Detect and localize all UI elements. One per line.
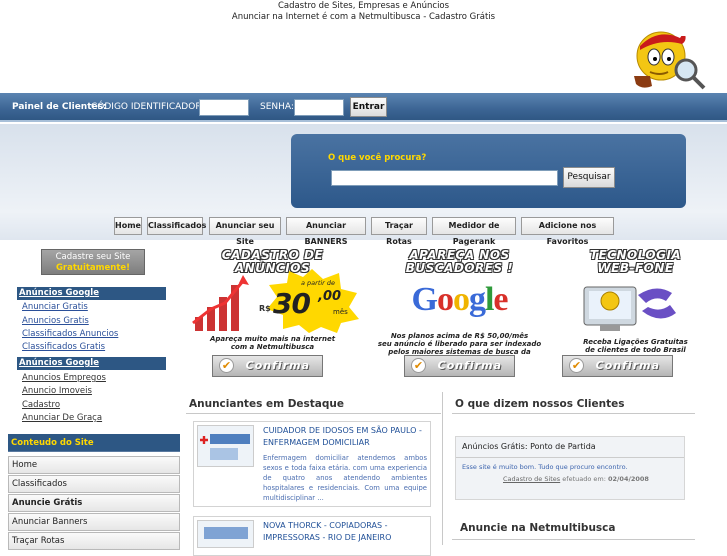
confirma-label: Confirma <box>595 359 660 372</box>
confirma-button[interactable]: ✔ Confirma <box>212 355 323 377</box>
divider <box>452 539 695 540</box>
search-question: O que você procura? <box>328 153 427 163</box>
search-panel: O que você procura? Pesquisar <box>291 134 686 208</box>
google-link[interactable]: Classificados Anuncios <box>22 329 118 339</box>
password-label: SENHA: <box>260 102 294 112</box>
content-item-tracar-rotas[interactable]: Traçar Rotas <box>8 532 180 550</box>
content-item-anunciar-banners[interactable]: Anunciar Banners <box>8 513 180 531</box>
confirma-button[interactable]: ✔ Confirma <box>404 355 515 377</box>
testimonial-quote: Esse site é muito bom. Tudo que procuro … <box>462 463 628 471</box>
promo-desc-line2: com a Netmultibusca <box>230 343 315 351</box>
ad-card[interactable]: CUIDADOR DE IDOSOS EM SÃO PAULO - ENFERM… <box>193 421 431 507</box>
source-link[interactable]: Cadastro de Sites <box>503 475 560 483</box>
ad-title[interactable]: CUIDADOR DE IDOSOS EM SÃO PAULO - ENFERM… <box>263 425 429 449</box>
cross-icon <box>200 436 208 444</box>
site-title: Cadastro de Sites, Empresas e Anúncios <box>277 1 450 11</box>
nav-classificados[interactable]: Classificados <box>147 217 206 235</box>
google-link[interactable]: Anuncios Empregos <box>22 373 106 383</box>
content-item-anuncie-gratis[interactable]: Anuncie Grátis <box>8 494 180 512</box>
nav-tracar-rotas[interactable]: Traçar Rotas <box>371 217 427 246</box>
ad-title[interactable]: NOVA THORCK - COPIADORAS - IMPRESSORAS -… <box>263 520 429 544</box>
site-subtitle: Anunciar na Internet é com a Netmultibus… <box>231 12 496 22</box>
check-icon: ✔ <box>219 358 234 373</box>
testimonial-source: Cadastro de Sites efetuado em: 02/04/200… <box>503 475 649 483</box>
promo-desc-line1: Nos planos acima de R$ 50,00/mês <box>390 332 529 340</box>
thumb-banner <box>210 434 250 444</box>
google-link[interactable]: Classificados Gratis <box>22 342 105 352</box>
google-link[interactable]: Anunciar De Graça <box>22 413 102 423</box>
ad-thumbnail[interactable] <box>197 425 254 467</box>
main-nav: Home Classificados Anunciar seu Site Anu… <box>0 212 727 246</box>
sidebar: Cadastre seu Site Gratuitamente! Anúncio… <box>0 240 180 550</box>
promo-desc-line2: de clientes de todo Brasil <box>585 346 686 354</box>
promo-title-line2: WEB-FONE <box>597 261 674 275</box>
cadastre-line2: Gratuitamente! <box>55 263 131 273</box>
ad-text: Enfermagem domiciliar atendemos ambos se… <box>263 454 427 502</box>
google-ads-header-1[interactable]: Anúncios Google <box>17 287 166 300</box>
divider <box>442 392 443 545</box>
promo-title-line2: BUSCADORES ! <box>405 261 514 275</box>
google-logo: Google <box>411 281 509 318</box>
code-input[interactable] <box>199 99 249 116</box>
confirma-label: Confirma <box>437 359 502 372</box>
promo-webfone: TECNOLOGIA WEB-FONE Receba Ligações Gratu… <box>548 249 723 382</box>
password-input[interactable] <box>294 99 344 116</box>
promo-cadastro: CADASTRO DE ANÚNCIOS a partir de R$ 30 ,0… <box>185 249 360 382</box>
login-bar: Painel de Clientes: CÓDIGO IDENTIFICADOR… <box>0 93 727 122</box>
promo-desc-line2: seu anúncio é liberado para ser indexado <box>377 340 542 348</box>
nav-anunciar-site[interactable]: Anunciar seu Site <box>209 217 281 246</box>
nav-anunciar-banners[interactable]: Anunciar BANNERS <box>286 217 366 246</box>
google-link[interactable]: Anunciar Gratis <box>22 302 88 312</box>
confirma-label: Confirma <box>245 359 310 372</box>
nav-favoritos[interactable]: Adicione nos Favoritos <box>521 217 614 246</box>
price-suffix: mês <box>333 308 348 316</box>
divider <box>186 413 441 414</box>
code-label: CÓDIGO IDENTIFICADOR: <box>91 102 205 112</box>
google-link[interactable]: Anuncio Imoveis <box>22 386 92 396</box>
mascot-magnifier-icon <box>634 30 706 90</box>
divider <box>452 413 695 414</box>
google-link[interactable]: Anuncios Gratis <box>22 316 89 326</box>
price-cents: ,00 <box>318 289 342 304</box>
content-item-classificados[interactable]: Classificados <box>8 475 180 493</box>
web-phone-icon <box>583 286 676 331</box>
price-value: 30 <box>273 287 311 320</box>
growth-chart-icon <box>192 275 249 331</box>
promo-desc-line1: Receba Ligações Gratuitas <box>583 338 688 346</box>
promo-title: APAREÇA NOS BUSCADORES ! <box>372 249 547 275</box>
testimonial-heading: Anúncios Grátis: Ponto de Partida <box>462 442 596 451</box>
price-currency: R$ <box>259 304 271 313</box>
promo-title: TECNOLOGIA WEB-FONE <box>548 249 723 275</box>
promo-desc: Receba Ligações Gratuitas de clientes de … <box>548 338 723 354</box>
testimonial-card: Anúncios Grátis: Ponto de Partida Esse s… <box>455 436 685 500</box>
divider <box>456 457 684 458</box>
promo-desc: Apareça muito mais na internet com a Netm… <box>185 335 360 351</box>
ad-thumbnail[interactable] <box>197 520 254 548</box>
featured-title: Anunciantes em Destaque <box>189 398 345 410</box>
check-icon: ✔ <box>411 358 426 373</box>
content-header: Conteudo do Site <box>8 434 180 452</box>
cadastre-line1: Cadastre seu Site <box>55 252 131 262</box>
thumb-banner <box>204 527 248 539</box>
testimonials-title: O que dizem nossos Clientes <box>455 398 625 410</box>
ad-card[interactable]: NOVA THORCK - COPIADORAS - IMPRESSORAS -… <box>193 516 431 556</box>
search-input[interactable] <box>331 170 558 186</box>
date-label: efetuado em: <box>562 475 606 483</box>
nav-pagerank[interactable]: Medidor de Pagerank <box>432 217 516 246</box>
date-value: 02/04/2008 <box>608 475 649 483</box>
promo-buscadores: APAREÇA NOS BUSCADORES ! Google Nos plano… <box>372 249 547 382</box>
check-icon: ✔ <box>569 358 584 373</box>
content-item-home[interactable]: Home <box>8 456 180 474</box>
nav-home[interactable]: Home <box>114 217 142 235</box>
anuncie-title: Anuncie na Netmultibusca <box>460 522 616 534</box>
login-button[interactable]: Entrar <box>350 97 387 117</box>
thumb-photo <box>210 448 238 460</box>
google-link[interactable]: Cadastro <box>22 400 60 410</box>
cadastre-site-button[interactable]: Cadastre seu Site Gratuitamente! <box>41 249 145 275</box>
google-ads-header-2[interactable]: Anúncios Google <box>17 357 166 370</box>
price-prefix: a partir de <box>301 279 336 287</box>
confirma-button[interactable]: ✔ Confirma <box>562 355 673 377</box>
search-button[interactable]: Pesquisar <box>563 167 615 188</box>
promo-desc-line1: Apareça muito mais na internet <box>209 335 336 343</box>
